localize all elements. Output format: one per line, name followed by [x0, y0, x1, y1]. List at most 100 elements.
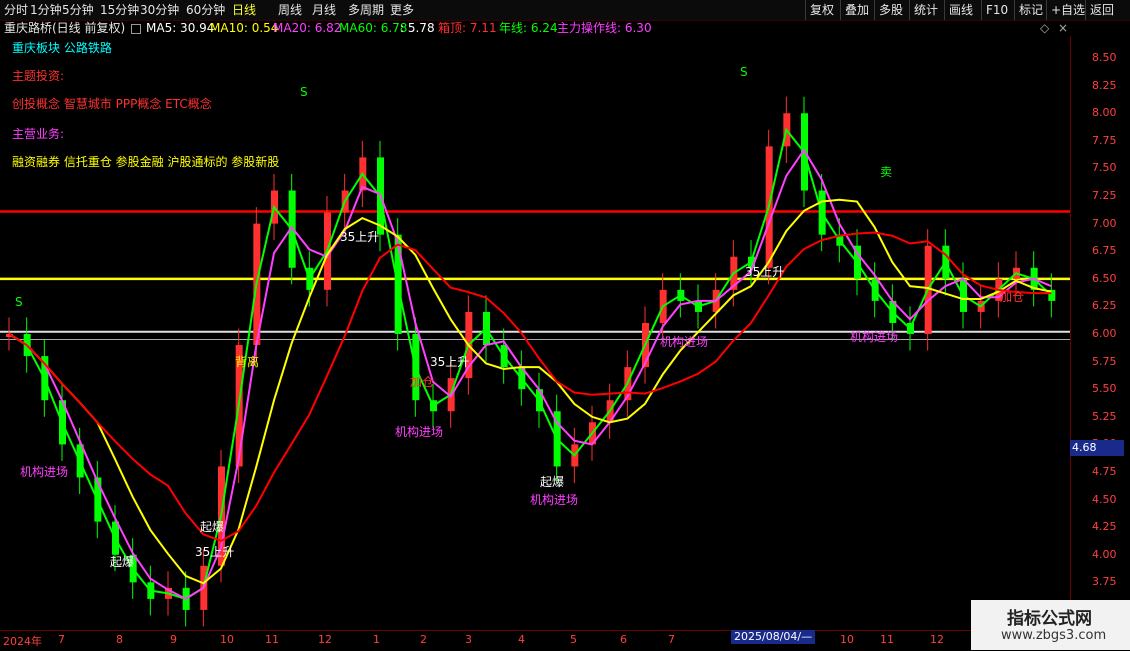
tab-9[interactable]: 多周期 — [348, 2, 384, 18]
y-tick-label: 5.50 — [1092, 382, 1117, 396]
signal-label: 加仓 — [410, 375, 434, 389]
y-tick-label: 8.25 — [1092, 78, 1117, 92]
toolbar-sep — [909, 0, 910, 20]
tool-btn-4[interactable]: 画线 — [949, 2, 973, 18]
y-tick-label: 3.75 — [1092, 575, 1117, 589]
signal-label: 机构进场 — [530, 492, 578, 507]
signal-label: 机构进场 — [395, 424, 443, 439]
value-578: : 5.78 — [400, 21, 435, 35]
y-tick-label: 6.50 — [1092, 271, 1117, 285]
x-tick-label: 10 — [220, 633, 234, 646]
tool-btn-8[interactable]: 返回 — [1090, 2, 1114, 18]
tab-3[interactable]: 15分钟 — [100, 2, 139, 18]
signal-label: 起爆 — [200, 520, 224, 534]
x-tick-label: 7 — [58, 633, 65, 646]
signal-label: 机构进场 — [660, 334, 708, 349]
tool-btn-7[interactable]: +自选 — [1051, 2, 1085, 18]
tool-btn-2[interactable]: 多股 — [879, 2, 903, 18]
y-tick-label: 6.25 — [1092, 299, 1117, 313]
theme-label: 主题投资: — [12, 69, 65, 83]
x-tick-label: 12 — [930, 633, 944, 646]
y-tick-label: 4.25 — [1092, 520, 1117, 534]
y-tick-label: 8.00 — [1092, 106, 1117, 120]
kline-chart[interactable]: SSS卖起爆起爆起爆机构进场机构进场机构进场机构进场 机构进场背离加仓加仓35上升… — [0, 36, 1070, 632]
tool-btn-1[interactable]: 叠加 — [845, 2, 869, 18]
y-tick-label: 4.00 — [1092, 547, 1117, 561]
ma10-value: MA10: 0.54 — [210, 21, 279, 35]
ma20-value: MA20: 6.82 — [273, 21, 342, 35]
indicator-bar: 重庆路桥(日线 前复权) MA5: 30.94 MA10: 0.54 MA20:… — [0, 20, 1070, 36]
signal-label: 机构进场 — [850, 329, 898, 344]
y-tick-label: 4.50 — [1092, 492, 1117, 506]
ma60-line — [8, 127, 1053, 600]
x-tick-label: 2 — [420, 633, 427, 646]
x-tick-label: 12 — [318, 633, 332, 646]
toolbar-sep — [874, 0, 875, 20]
signal-label: 背离 — [235, 354, 259, 369]
signal-label: S — [300, 85, 308, 99]
y-tick-label: 4.75 — [1092, 464, 1117, 478]
toolbar-sep — [1046, 0, 1047, 20]
cursor-date: 2025/08/04/— — [731, 630, 816, 644]
y-tick-label: 7.00 — [1092, 216, 1117, 230]
watermark-title: 指标公式网 — [1007, 609, 1092, 629]
watermark-url: www.zbgs3.com — [1001, 628, 1107, 643]
signal-label: 卖 — [880, 165, 892, 179]
ma10-line — [8, 198, 1052, 585]
signal-label: 起爆 — [540, 475, 564, 489]
date-axis: 2024年789101112123456789101112 — [0, 630, 1070, 651]
signal-label: 35上升 — [745, 265, 784, 279]
x-tick-label: 6 — [620, 633, 627, 646]
current-price-tag: 4.68 — [1070, 440, 1124, 456]
concepts-text: 创投概念 智慧城市 PPP概念 ETC概念 — [12, 97, 212, 111]
toolbar-sep — [981, 0, 982, 20]
y-tick-label: 8.50 — [1092, 51, 1117, 65]
toolbar-sep — [1014, 0, 1015, 20]
ma60-value: MA60: 6.78 — [339, 21, 408, 35]
signal-label: 机构进场 — [20, 464, 68, 479]
tab-0[interactable]: 分时 — [4, 2, 28, 18]
diamond-icon[interactable]: ◇ — [1040, 20, 1049, 36]
sector-text: 重庆板块 公路铁路 — [12, 41, 112, 55]
y-tick-label: 5.25 — [1092, 409, 1117, 423]
x-tick-label: 7 — [668, 633, 675, 646]
x-tick-label: 11 — [265, 633, 279, 646]
toolbar-sep — [1085, 0, 1086, 20]
ma5-value: MA5: 30.94 — [146, 21, 215, 35]
tab-5[interactable]: 60分钟 — [186, 2, 225, 18]
tool-btn-3[interactable]: 统计 — [914, 2, 938, 18]
year-line-value: 年线: 6.24 — [499, 21, 558, 35]
toolbar-sep — [805, 0, 806, 20]
y-tick-label: 6.75 — [1092, 244, 1117, 258]
stock-title[interactable]: 重庆路桥(日线 前复权) — [4, 20, 125, 36]
signal-label: 35上升 — [195, 545, 234, 559]
x-tick-label: 2024年 — [3, 635, 42, 648]
y-tick-label: 7.75 — [1092, 133, 1117, 147]
y-tick-label: 5.75 — [1092, 354, 1117, 368]
signal-label: S — [740, 65, 748, 79]
ma20-line — [8, 148, 1052, 601]
tab-7[interactable]: 周线 — [278, 2, 302, 18]
x-tick-label: 5 — [570, 633, 577, 646]
tab-6[interactable]: 日线 — [232, 2, 256, 18]
tab-8[interactable]: 月线 — [312, 2, 336, 18]
tool-btn-6[interactable]: 标记 — [1019, 2, 1043, 18]
signal-label: 加仓 — [1000, 290, 1024, 304]
tab-1[interactable]: 1分钟 — [30, 2, 62, 18]
close-icon[interactable]: × — [1058, 20, 1068, 36]
toolbar-sep — [944, 0, 945, 20]
main-line-value: 主力操作线: 6.30 — [557, 21, 652, 35]
x-tick-label: 8 — [116, 633, 123, 646]
tab-2[interactable]: 5分钟 — [62, 2, 94, 18]
watermark: 指标公式网 www.zbgs3.com — [971, 600, 1130, 650]
business-label: 主营业务: — [12, 127, 65, 141]
toolbar-sep — [840, 0, 841, 20]
business-text: 融资融券 信托重仓 参股金融 沪股通标的 参股新股 — [12, 155, 280, 169]
y-tick-label: 6.00 — [1092, 327, 1117, 340]
tab-10[interactable]: 更多 — [390, 2, 414, 18]
tool-btn-0[interactable]: 复权 — [810, 2, 834, 18]
signal-label: 35上升 — [430, 355, 469, 369]
settings-square-icon[interactable] — [131, 24, 141, 34]
tool-btn-5[interactable]: F10 — [986, 2, 1008, 18]
tab-4[interactable]: 30分钟 — [140, 2, 179, 18]
